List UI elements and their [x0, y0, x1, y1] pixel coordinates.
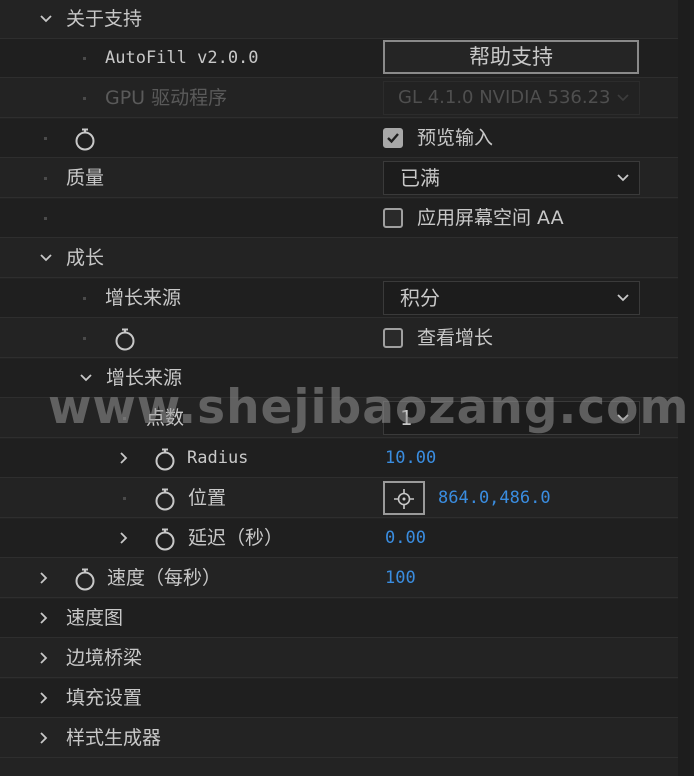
chevron-right-icon[interactable] — [36, 610, 52, 626]
gpu-row: GPU 驱动程序 GL 4.1.0 NVIDIA 536.23 NV — [0, 79, 678, 140]
gpu-label: GPU 驱动程序 — [105, 87, 228, 109]
row-dot — [44, 177, 47, 180]
radius-label: Radius — [187, 448, 249, 468]
quality-label: 质量 — [66, 167, 105, 189]
position-row: 位置 864.0,486.0 — [0, 479, 678, 518]
view-growth-row: 查看增长 — [0, 319, 678, 358]
section-growth[interactable]: 成长 — [0, 239, 678, 278]
chevron-down-icon — [615, 290, 631, 306]
help-support-button[interactable]: 帮助支持 — [383, 40, 639, 74]
section-edge-bridge-title: 边境桥梁 — [66, 647, 143, 669]
section-growth-title: 成长 — [66, 247, 105, 269]
stopwatch-icon[interactable] — [152, 526, 178, 552]
row-dot — [83, 337, 86, 340]
effect-controls-panel: 关于支持 AutoFill v2.0.0 帮助支持 GPU 驱动程序 GL 4.… — [0, 0, 694, 776]
growth-source-label: 增长来源 — [105, 287, 182, 309]
preview-input-checkbox[interactable] — [383, 128, 403, 148]
screen-aa-label: 应用屏幕空间 AA — [417, 207, 564, 229]
section-style-generator-title: 样式生成器 — [66, 727, 162, 749]
screen-aa-checkbox[interactable] — [383, 208, 403, 228]
radius-row: Radius 10.00 — [0, 439, 678, 478]
position-label: 位置 — [188, 487, 227, 509]
chevron-right-icon[interactable] — [36, 650, 52, 666]
chevron-down-icon[interactable] — [38, 11, 54, 27]
row-dot — [44, 137, 47, 140]
growth-source-value: 积分 — [400, 286, 440, 310]
view-growth-label: 查看增长 — [417, 327, 494, 349]
section-style-generator[interactable]: 样式生成器 — [0, 719, 678, 758]
position-value[interactable]: 864.0,486.0 — [438, 479, 551, 518]
crosshair-point-button[interactable] — [383, 481, 425, 515]
chevron-right-icon[interactable] — [116, 450, 132, 466]
section-speed-map-title: 速度图 — [66, 607, 124, 629]
version-label: AutoFill v2.0.0 — [105, 48, 259, 68]
quality-row: 质量 已满 — [0, 159, 678, 198]
growth-source-row: 增长来源 积分 — [0, 279, 678, 318]
version-row: AutoFill v2.0.0 帮助支持 — [0, 39, 678, 78]
stopwatch-icon[interactable] — [72, 566, 98, 592]
chevron-down-icon[interactable] — [38, 250, 54, 266]
section-about-title: 关于支持 — [66, 8, 143, 30]
stopwatch-icon[interactable] — [152, 486, 178, 512]
growth-source-select[interactable]: 积分 — [383, 281, 640, 315]
gpu-driver-select: GL 4.1.0 NVIDIA 536.23 NV — [383, 81, 640, 140]
row-dot — [83, 57, 86, 60]
speed-value[interactable]: 100 — [385, 559, 416, 598]
crosshair-icon — [394, 489, 414, 509]
delay-row: 延迟（秒） 0.00 — [0, 519, 678, 558]
quality-value: 已满 — [400, 166, 440, 190]
chevron-down-icon — [615, 90, 631, 106]
row-dot — [83, 297, 86, 300]
radius-value[interactable]: 10.00 — [385, 439, 436, 478]
delay-value[interactable]: 0.00 — [385, 519, 426, 558]
chevron-right-icon[interactable] — [36, 690, 52, 706]
preview-input-label: 预览输入 — [417, 127, 494, 149]
stopwatch-icon[interactable] — [72, 126, 98, 152]
stopwatch-icon[interactable] — [112, 326, 138, 352]
speed-row: 速度（每秒） 100 — [0, 559, 678, 598]
chevron-right-icon[interactable] — [36, 570, 52, 586]
watermark: www.shejibaozang.com — [48, 380, 690, 435]
section-fill-settings-title: 填充设置 — [66, 687, 143, 709]
chevron-right-icon[interactable] — [116, 530, 132, 546]
chevron-down-icon — [615, 170, 631, 186]
section-about[interactable]: 关于支持 — [0, 0, 678, 39]
row-dot — [83, 97, 86, 100]
section-speed-map[interactable]: 速度图 — [0, 599, 678, 638]
speed-label: 速度（每秒） — [107, 567, 222, 589]
section-edge-bridge[interactable]: 边境桥梁 — [0, 639, 678, 678]
section-fill-settings[interactable]: 填充设置 — [0, 679, 678, 718]
row-dot — [123, 497, 126, 500]
view-growth-checkbox[interactable] — [383, 328, 403, 348]
stopwatch-icon[interactable] — [152, 446, 178, 472]
screen-aa-row: 应用屏幕空间 AA — [0, 199, 678, 238]
delay-label: 延迟（秒） — [188, 527, 284, 549]
preview-input-row: 预览输入 — [0, 119, 678, 158]
row-dot — [44, 217, 47, 220]
quality-select[interactable]: 已满 — [383, 161, 640, 195]
chevron-right-icon[interactable] — [36, 730, 52, 746]
